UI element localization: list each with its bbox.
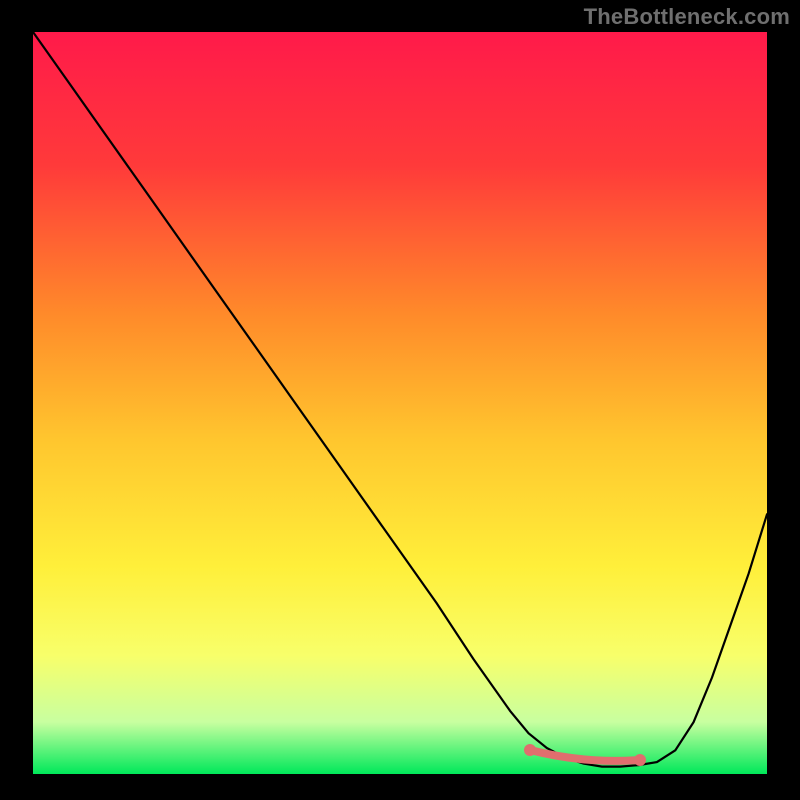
plot-svg (0, 0, 800, 800)
watermark-label: TheBottleneck.com (584, 4, 790, 30)
optimal-zone-end-marker (634, 754, 646, 766)
chart-canvas: TheBottleneck.com (0, 0, 800, 800)
plot-area (0, 0, 800, 800)
optimal-zone-start-marker (524, 744, 536, 756)
gradient-background (33, 32, 767, 774)
